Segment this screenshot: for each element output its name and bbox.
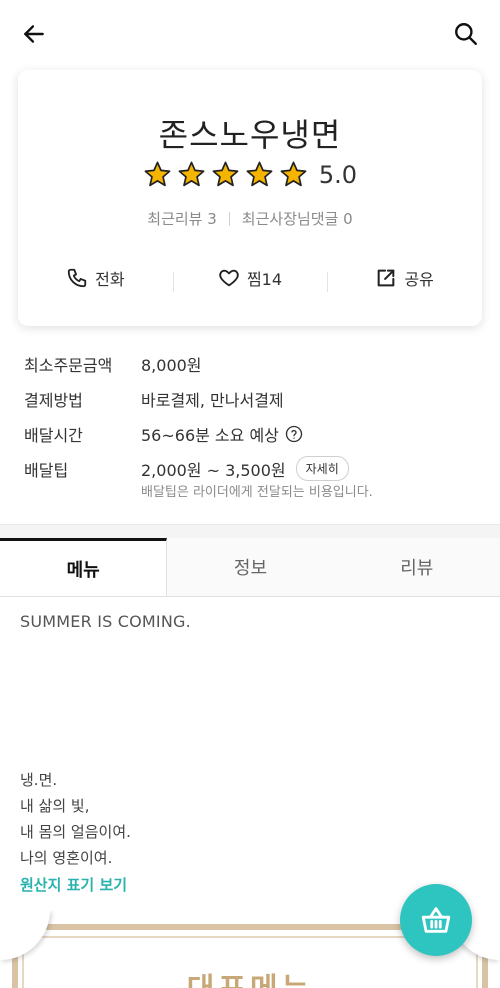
- question-circle-icon[interactable]: [285, 425, 303, 443]
- search-icon: [455, 23, 477, 45]
- cart-button[interactable]: [400, 884, 472, 956]
- rating-row: 5.0: [18, 160, 482, 189]
- delivery-tip-label: 배달팁: [24, 460, 69, 480]
- tab-info[interactable]: 정보: [167, 538, 334, 596]
- delivery-time-wrapper: 56~66분 소요 예상: [141, 422, 303, 446]
- share-button[interactable]: 공유: [327, 266, 482, 292]
- min-order-row: 최소주문금액 8,000원: [24, 346, 484, 381]
- banner-title: 대표메뉴: [0, 964, 500, 988]
- store-tabs: 메뉴 정보 리뷰: [0, 538, 500, 597]
- heart-icon: [219, 269, 239, 287]
- favorite-button[interactable]: 찜14: [172, 266, 328, 292]
- store-notice: SUMMER IS COMING. 냉.면. 내 삶의 빛, 내 몸의 얼음이여…: [20, 612, 480, 895]
- arrow-left-icon: [24, 25, 44, 43]
- favorite-count: 찜14: [246, 270, 283, 289]
- divider: [228, 211, 230, 226]
- review-counts: 최근리뷰 3 최근사장님댓글 0: [18, 208, 482, 229]
- share-icon: [378, 269, 395, 287]
- payment-label: 결제방법: [24, 390, 83, 410]
- star-icon: [212, 161, 239, 187]
- top-app-bar: [0, 0, 500, 70]
- delivery-time-value: 56~66분 소요 예상: [141, 425, 279, 445]
- store-summary-card: 존스노우냉면 5.0 최근리뷰 3 최근사장님댓글 0 전화 찜14 공유: [18, 70, 482, 326]
- store-info: 최소주문금액 8,000원 결제방법 바로결제, 만나서결제 배달시간 56~6…: [24, 346, 484, 501]
- payment-row: 결제방법 바로결제, 만나서결제: [24, 381, 484, 416]
- notice-poem: 냉.면. 내 삶의 빛, 내 몸의 얼음이여. 나의 영혼이여.: [20, 767, 480, 871]
- min-order-value: 8,000원: [141, 355, 202, 375]
- delivery-tip-detail-button[interactable]: 자세히: [295, 456, 349, 481]
- call-label: 전화: [95, 270, 125, 289]
- star-icon: [246, 161, 273, 187]
- store-name: 존스노우냉면: [158, 116, 342, 154]
- star-icon: [280, 161, 307, 187]
- delivery-tip-note: 배달팁은 라이더에게 전달되는 비용입니다.: [141, 485, 373, 500]
- delivery-time-label: 배달시간: [24, 425, 83, 445]
- poem-line: 내 삶의 빛,: [20, 797, 90, 815]
- back-button[interactable]: [18, 18, 50, 50]
- delivery-time-row: 배달시간 56~66분 소요 예상: [24, 416, 484, 451]
- star-icon: [178, 161, 205, 187]
- basket-icon: [421, 907, 451, 933]
- rating-value: 5.0: [318, 160, 358, 189]
- phone-icon: [67, 268, 87, 288]
- delivery-tip-value: 2,000원 ~ 3,500원: [141, 460, 286, 480]
- star-icon: [144, 161, 171, 187]
- share-label: 공유: [404, 270, 434, 289]
- poem-line: 나의 영혼이여.: [20, 849, 113, 867]
- poem-line: 내 몸의 얼음이여.: [20, 823, 131, 841]
- recent-owner-comments-link[interactable]: 최근사장님댓글 0: [242, 208, 353, 229]
- tab-review[interactable]: 리뷰: [333, 538, 500, 596]
- min-order-label: 최소주문금액: [24, 355, 113, 375]
- call-button[interactable]: 전화: [18, 266, 173, 290]
- recent-reviews-link[interactable]: 최근리뷰 3: [147, 208, 217, 229]
- delivery-tip-wrapper: 2,000원 ~ 3,500원 자세히: [141, 456, 349, 481]
- origin-label-link[interactable]: 원산지 표기 보기: [20, 874, 480, 895]
- notice-headline: SUMMER IS COMING.: [20, 612, 191, 631]
- payment-value: 바로결제, 만나서결제: [141, 390, 284, 410]
- store-actions: 전화 찜14 공유: [18, 258, 482, 298]
- section-divider: [0, 524, 500, 538]
- search-button[interactable]: [450, 18, 482, 50]
- poem-line: 냉.면.: [20, 771, 58, 789]
- tab-menu[interactable]: 메뉴: [0, 538, 168, 596]
